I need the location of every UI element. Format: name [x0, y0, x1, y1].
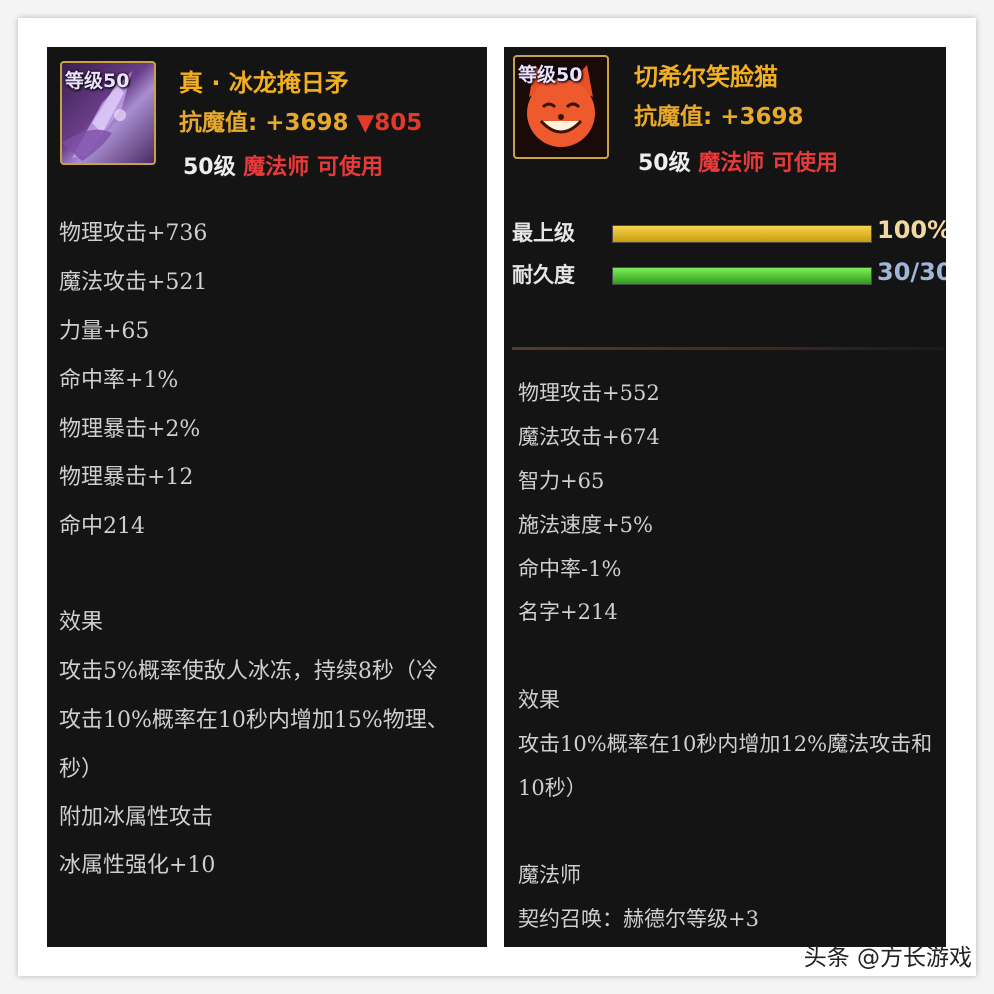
effect-line: 秒）	[59, 757, 104, 782]
right-item-tooltip: 等级50 切希尔笑脸猫 抗魔值: +3698 50级 魔法师 可使用 最上级 1…	[504, 47, 946, 947]
grade-bar-label: 最上级	[512, 221, 575, 245]
item-name: 真 · 冰龙掩日矛	[179, 69, 349, 97]
req-level: 50级	[638, 151, 691, 176]
durability-bar-value: 30/30	[877, 258, 946, 286]
resist-value: 抗魔值: +3698 ▼805	[179, 103, 422, 137]
grade-bar-value: 100%	[877, 216, 946, 244]
class-title: 魔法师	[518, 863, 581, 887]
spear-item-icon[interactable]: 等级50	[60, 61, 156, 165]
requirement: 50级 魔法师 可使用	[183, 149, 383, 181]
effect-line: 攻击5%概率使敌人冰冻，持续8秒（冷	[59, 659, 438, 684]
stat-line: 命中率+1%	[59, 368, 179, 393]
effect-title: 效果	[518, 688, 560, 712]
stat-line: 魔法攻击+521	[59, 270, 208, 295]
stat-line: 力量+65	[59, 319, 150, 344]
effect-line: 冰属性强化+10	[59, 853, 216, 878]
watermark: 头条 @方长游戏	[803, 945, 972, 971]
stat-line: 施法速度+5%	[518, 513, 653, 537]
durability-bar-label: 耐久度	[512, 263, 575, 287]
resist-label: 抗魔值: +3698	[634, 104, 804, 130]
stat-line: 物理暴击+2%	[59, 417, 201, 442]
stat-line: 智力+65	[518, 469, 605, 493]
left-item-tooltip: 等级50 真 · 冰龙掩日矛 抗魔值: +3698 ▼805 50级 魔法师 可…	[47, 47, 487, 947]
item-level-tag: 等级50	[65, 70, 130, 92]
resist-value: 抗魔值: +3698	[634, 97, 804, 131]
stat-line: 物理暴击+12	[59, 465, 194, 490]
req-class: 魔法师 可使用	[698, 151, 838, 176]
resist-label: 抗魔值: +3698	[179, 110, 349, 136]
effect-line: 攻击10%概率在10秒内增加15%物理、	[59, 708, 449, 733]
section-divider	[512, 347, 944, 350]
req-class: 魔法师 可使用	[243, 155, 383, 180]
stat-line: 命中率-1%	[518, 557, 622, 581]
grade-bar	[612, 225, 872, 243]
requirement: 50级 魔法师 可使用	[638, 145, 838, 177]
stat-line: 命中214	[59, 514, 145, 539]
class-bonus: 契约召唤：赫德尔等级+3	[518, 907, 759, 931]
durability-bar	[612, 267, 872, 285]
effect-line: 附加冰属性攻击	[59, 805, 214, 830]
effect-line: 10秒）	[518, 776, 587, 800]
req-level: 50级	[183, 155, 236, 180]
effect-line: 攻击10%概率在10秒内增加12%魔法攻击和	[518, 732, 933, 756]
cat-item-icon[interactable]: 等级50	[513, 55, 609, 159]
stat-line: 魔法攻击+674	[518, 425, 660, 449]
effect-title: 效果	[59, 610, 104, 635]
item-level-tag: 等级50	[518, 64, 583, 86]
grade-bar-fill	[613, 226, 871, 242]
stat-line: 物理攻击+552	[518, 381, 660, 405]
stat-line: 物理攻击+736	[59, 221, 208, 246]
resist-diff: ▼805	[356, 110, 423, 136]
item-name: 切希尔笑脸猫	[634, 63, 778, 91]
durability-bar-fill	[613, 268, 871, 284]
stat-line: 名字+214	[518, 600, 618, 624]
